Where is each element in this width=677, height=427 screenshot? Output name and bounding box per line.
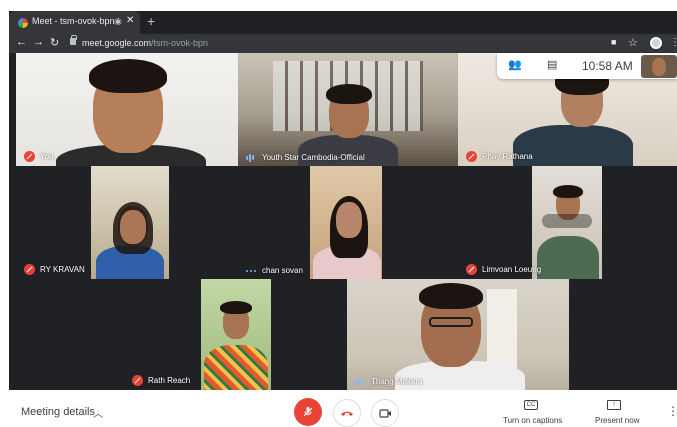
closed-captions-icon[interactable]: CC	[524, 400, 538, 410]
reload-icon[interactable]: ↻	[50, 36, 59, 49]
participant-tile-you[interactable]: You	[16, 53, 238, 166]
participant-tile[interactable]: chan sovan	[238, 166, 458, 279]
tab-audio-icon[interactable]: ◉	[114, 16, 122, 27]
lock-icon[interactable]	[70, 35, 77, 45]
participant-tile[interactable]: Thang Makara	[347, 279, 569, 390]
url-path: /tsm-ovok-bpn	[151, 38, 209, 48]
address-bar[interactable]: meet.google.com/tsm-ovok-bpn	[82, 38, 208, 48]
participant-name-tag: Rath Reach	[132, 375, 190, 386]
participant-tile[interactable]: RY KRAVAN	[16, 166, 238, 279]
profile-avatar[interactable]	[650, 37, 662, 49]
camera-toggle-button[interactable]	[371, 399, 399, 427]
participant-name-tag: Thang Makara	[355, 377, 423, 386]
audio-level-icon	[355, 377, 366, 386]
mic-muted-icon	[24, 151, 35, 162]
video-grid: You Youth Star Cambodia-Official Phay Ra…	[9, 53, 677, 390]
people-icon[interactable]: 👥	[508, 58, 522, 71]
audio-level-icon	[246, 269, 257, 272]
participant-tile[interactable]: Rath Reach	[124, 279, 344, 390]
mic-muted-icon	[24, 264, 35, 275]
participant-name-tag: Limvoan Loeung	[466, 264, 541, 275]
participant-name: You	[40, 152, 54, 161]
microphone-toggle-button[interactable]	[294, 398, 322, 426]
participant-tile[interactable]: Youth Star Cambodia-Official	[238, 53, 458, 166]
mic-muted-icon	[466, 151, 477, 162]
tab-close-icon[interactable]: ✕	[126, 15, 134, 26]
tile-hover-controls[interactable]	[542, 214, 592, 228]
more-options-icon[interactable]: ⋮	[667, 404, 677, 418]
meet-favicon-icon	[18, 18, 28, 28]
participant-name-tag: You	[24, 151, 54, 162]
participant-name: Rath Reach	[148, 376, 191, 385]
participant-name-tag: chan sovan	[246, 266, 303, 275]
forward-arrow-icon[interactable]: →	[33, 36, 44, 48]
present-screen-icon[interactable]: ↑	[607, 400, 621, 410]
participant-name: Phay Rathana	[482, 152, 533, 161]
self-view-thumbnail[interactable]	[641, 55, 677, 78]
participant-tile[interactable]: Limvoan Loeung	[458, 166, 677, 279]
meeting-details-button[interactable]: Meeting details	[21, 406, 95, 418]
mic-muted-icon	[466, 264, 477, 275]
participant-name: chan sovan	[262, 266, 303, 275]
audio-level-icon	[246, 153, 257, 162]
participant-name: Limvoan Loeung	[482, 265, 542, 274]
url-host: meet.google.com	[82, 38, 152, 48]
tab-title: Meet - tsm-ovok-bpn	[32, 16, 115, 26]
leave-call-button[interactable]	[333, 399, 361, 427]
mic-off-icon	[303, 407, 313, 417]
chat-icon[interactable]: ▤	[547, 58, 557, 71]
chevron-up-icon[interactable]: ︿	[93, 405, 103, 420]
participant-name-tag: RY KRAVAN	[24, 264, 85, 275]
participant-name: RY KRAVAN	[40, 265, 85, 274]
participant-name: Thang Makara	[371, 377, 423, 386]
participant-name: Youth Star Cambodia-Official	[262, 153, 365, 162]
captions-button-label[interactable]: Turn on captions	[503, 416, 562, 425]
camera-in-use-icon[interactable]: ■	[611, 37, 616, 47]
new-tab-button[interactable]: +	[147, 13, 155, 29]
bookmark-star-icon[interactable]: ☆	[628, 36, 638, 49]
browser-menu-icon[interactable]: ⋮	[670, 37, 677, 48]
glasses	[429, 317, 473, 327]
present-now-button-label[interactable]: Present now	[595, 416, 639, 425]
meeting-clock: 10:58 AM	[582, 59, 633, 73]
hang-up-icon	[341, 411, 353, 416]
participant-name-tag: Youth Star Cambodia-Official	[246, 153, 365, 162]
mic-muted-icon	[132, 375, 143, 386]
back-arrow-icon[interactable]: ←	[16, 36, 27, 48]
participant-name-tag: Phay Rathana	[466, 151, 533, 162]
video-camera-icon	[378, 408, 391, 418]
